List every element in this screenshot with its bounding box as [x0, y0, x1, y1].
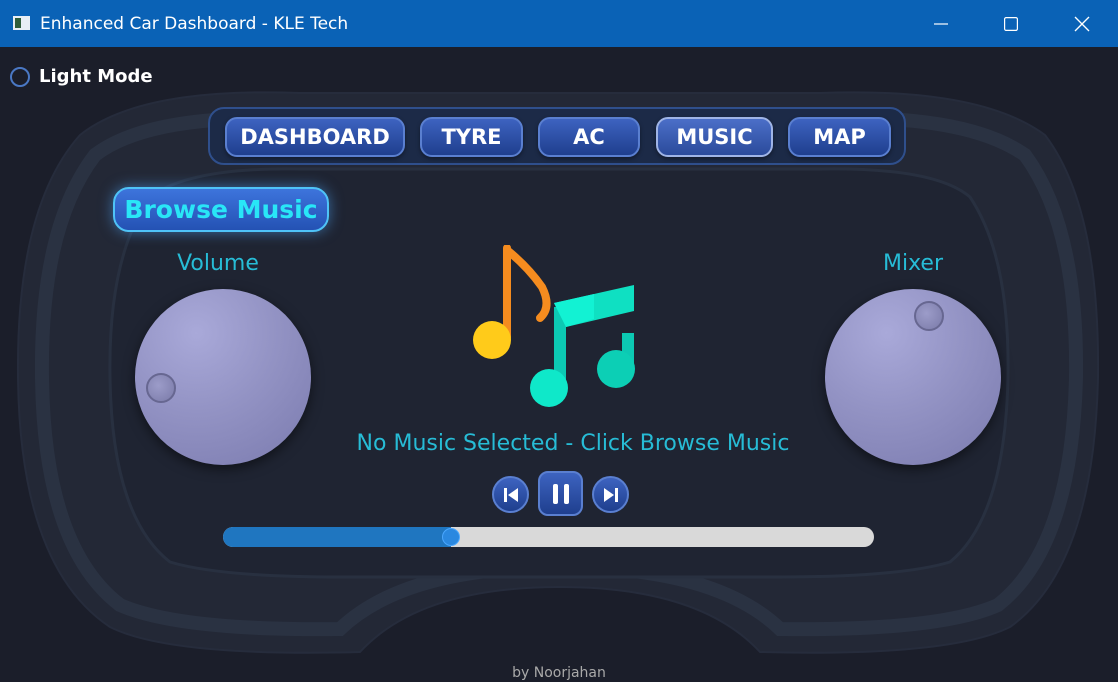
mixer-label: Mixer — [882, 251, 944, 276]
light-mode-toggle[interactable]: Light Mode — [10, 66, 153, 87]
music-note-icon — [473, 245, 635, 407]
pause-button[interactable] — [538, 471, 583, 516]
skip-previous-icon — [503, 487, 518, 502]
progress-fill — [223, 527, 451, 547]
volume-dial-handle[interactable] — [146, 373, 176, 403]
title-bar: Enhanced Car Dashboard - KLE Tech — [0, 0, 1118, 47]
footer-credit: by Noorjahan — [512, 665, 606, 681]
mixer-dial-handle[interactable] — [914, 301, 944, 331]
minimize-button[interactable] — [906, 0, 976, 47]
app-icon — [13, 16, 30, 30]
previous-button[interactable] — [492, 476, 529, 513]
minimize-icon — [934, 22, 948, 25]
light-mode-label: Light Mode — [39, 66, 153, 87]
mixer-dial[interactable] — [825, 289, 1001, 465]
light-mode-checkbox[interactable] — [10, 66, 30, 87]
tab-dashboard[interactable]: DASHBOARD — [225, 117, 405, 157]
progress-thumb[interactable] — [441, 528, 460, 546]
window-title: Enhanced Car Dashboard - KLE Tech — [40, 14, 349, 34]
tab-tyre[interactable]: TYRE — [420, 117, 523, 157]
playback-progress-slider[interactable] — [223, 527, 874, 547]
close-icon — [1074, 16, 1090, 31]
browse-music-button[interactable]: Browse Music — [113, 187, 329, 232]
now-playing-status: No Music Selected - Click Browse Music — [356, 431, 790, 456]
tab-ac[interactable]: AC — [538, 117, 640, 157]
maximize-button[interactable] — [976, 0, 1046, 47]
volume-dial[interactable] — [135, 289, 311, 465]
close-button[interactable] — [1047, 0, 1117, 47]
volume-label: Volume — [177, 251, 259, 276]
tab-map[interactable]: MAP — [788, 117, 891, 157]
tab-music[interactable]: MUSIC — [656, 117, 773, 157]
skip-next-icon — [603, 487, 618, 502]
maximize-icon — [1004, 16, 1018, 31]
pause-icon — [552, 483, 569, 504]
next-button[interactable] — [592, 476, 629, 513]
music-panel: Light Mode DASHBOARD TYRE AC MUSIC MAP B… — [0, 47, 1118, 682]
